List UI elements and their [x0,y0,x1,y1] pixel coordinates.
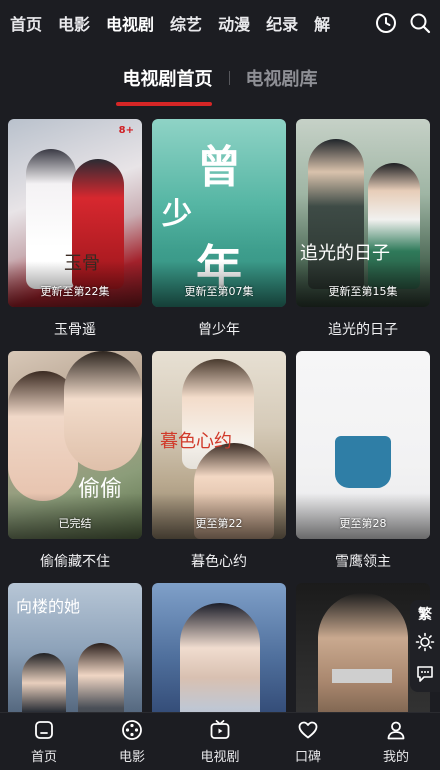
top-nav-icons [374,11,432,35]
bottom-nav-movies[interactable]: 电影 [92,718,172,765]
bottom-nav-label: 电影 [118,750,145,765]
history-icon[interactable] [374,11,398,35]
traditional-chinese-toggle[interactable]: 繁 [418,604,432,624]
subtab-tv-home[interactable]: 电视剧首页 [123,65,213,91]
sub-header: 电视剧首页 电视剧库 [0,58,440,98]
tab-documentary[interactable]: 纪录 [266,11,298,35]
nav-fade [340,0,370,46]
poster-calligraphy: 曾 [197,142,241,193]
top-nav-tabs: 首页 电影 电视剧 综艺 动漫 纪录 解 [10,11,368,35]
drama-title[interactable]: 玉骨遥 [8,319,142,339]
poster-figure [64,351,142,471]
episode-badge: 更至第28 [339,517,387,530]
tab-home[interactable]: 首页 [10,11,42,35]
tab-more-partial[interactable]: 解 [314,11,330,35]
drama-card-ceng-shaonian[interactable]: 曾 少 年 更新至第07集 曾少年 [152,119,286,339]
age-rating-badge: 8+ [118,125,134,136]
poster-calligraphy: 暮色心约 [160,431,232,452]
tab-movies[interactable]: 电影 [58,11,90,35]
poster-figure [332,669,392,683]
drama-title[interactable]: 偷偷藏不住 [8,551,142,571]
subtab-active-underline [116,102,212,106]
bottom-nav-home[interactable]: 首页 [4,718,84,765]
episode-badge: 更新至第07集 [184,285,254,298]
bottom-nav-label: 首页 [30,750,57,765]
placeholder-graphic [335,436,391,488]
tab-tv[interactable]: 电视剧 [106,11,154,35]
film-reel-icon [120,718,144,742]
drama-title[interactable]: 曾少年 [152,319,286,339]
drama-title[interactable]: 暮色心约 [152,551,286,571]
home-icon [32,718,56,742]
floating-side-tools: 繁 [410,600,440,692]
poster-image-loading[interactable]: 更至第28 [296,351,430,539]
poster-image[interactable]: 曾 少 年 更新至第07集 [152,119,286,307]
drama-card-yugu-yao[interactable]: 8+ 玉骨 更新至第22集 玉骨遥 [8,119,142,339]
drama-title[interactable]: 追光的日子 [296,319,430,339]
poster-calligraphy: 少 [162,197,192,232]
episode-badge: 更新至第22集 [40,285,110,298]
search-icon[interactable] [408,11,432,35]
bottom-nav: 首页 电影 电视剧 口碑 我的 [0,712,440,770]
drama-card-muse-xinyue[interactable]: 暮色心约 更至第22 暮色心约 [152,351,286,571]
heart-icon [296,718,320,742]
bottom-nav-label: 口碑 [294,750,321,765]
subtab-divider [228,71,230,85]
bottom-nav-tv[interactable]: 电视剧 [180,718,260,765]
episode-badge: 已完结 [58,517,92,530]
top-nav: 首页 电影 电视剧 综艺 动漫 纪录 解 [0,0,440,46]
drama-card-toutou[interactable]: 偷偷 已完结 偷偷藏不住 [8,351,142,571]
poster-calligraphy: 向楼的她 [16,597,81,616]
episode-badge: 更至第22 [195,517,243,530]
tab-variety[interactable]: 综艺 [170,11,202,35]
poster-image[interactable]: 偷偷 已完结 [8,351,142,539]
bottom-nav-label: 电视剧 [200,750,240,765]
subtab-tv-library[interactable]: 电视剧库 [246,65,318,91]
bottom-nav-label: 我的 [382,750,409,765]
brightness-icon[interactable] [415,632,435,656]
tab-anime[interactable]: 动漫 [218,11,250,35]
comment-icon[interactable] [415,664,435,688]
drama-card-zhuiguang[interactable]: 追光的日子 更新至第15集 追光的日子 [296,119,430,339]
poster-image[interactable]: 8+ 玉骨 更新至第22集 [8,119,142,307]
bottom-nav-mine[interactable]: 我的 [356,718,436,765]
poster-image[interactable]: 暮色心约 更至第22 [152,351,286,539]
user-icon [384,718,408,742]
bottom-nav-reviews[interactable]: 口碑 [268,718,348,765]
tv-icon [208,718,232,742]
drama-card-xueying-lingzhu[interactable]: 更至第28 雪鹰领主 [296,351,430,571]
poster-image[interactable]: 追光的日子 更新至第15集 [296,119,430,307]
tv-home-page: 首页 电影 电视剧 综艺 动漫 纪录 解 电视剧首页 电视剧库 8+ 更新至第2… [0,0,440,770]
episode-badge: 更新至第15集 [328,285,398,298]
drama-title[interactable]: 雪鹰领主 [296,551,430,571]
